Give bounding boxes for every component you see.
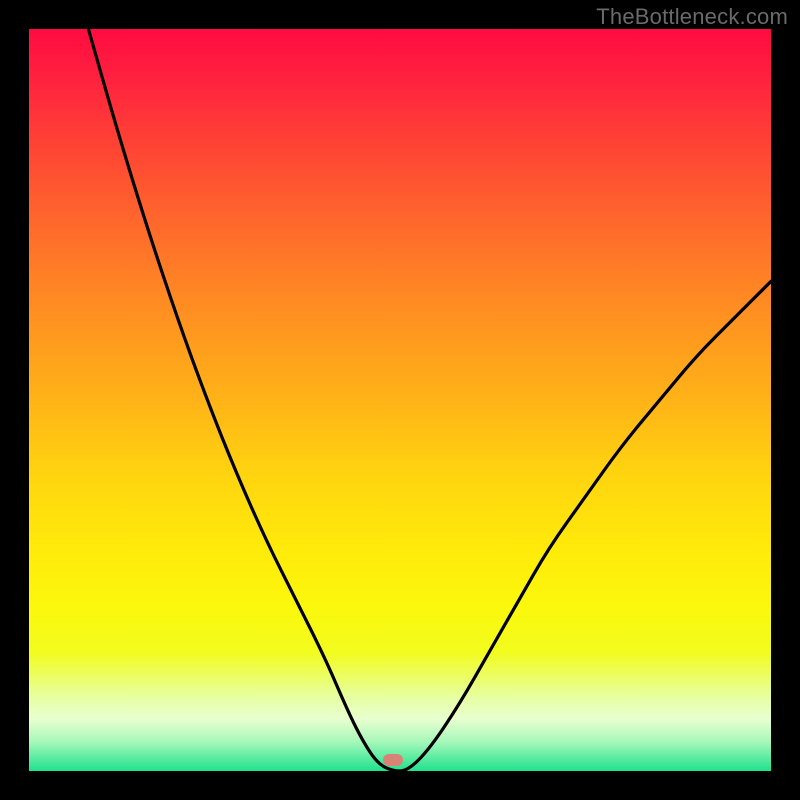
plot-area xyxy=(29,29,771,771)
chart-frame: TheBottleneck.com xyxy=(0,0,800,800)
watermark-text: TheBottleneck.com xyxy=(596,4,788,30)
optimal-marker xyxy=(383,754,403,766)
bottleneck-curve xyxy=(29,29,771,771)
curve-path xyxy=(88,29,771,771)
